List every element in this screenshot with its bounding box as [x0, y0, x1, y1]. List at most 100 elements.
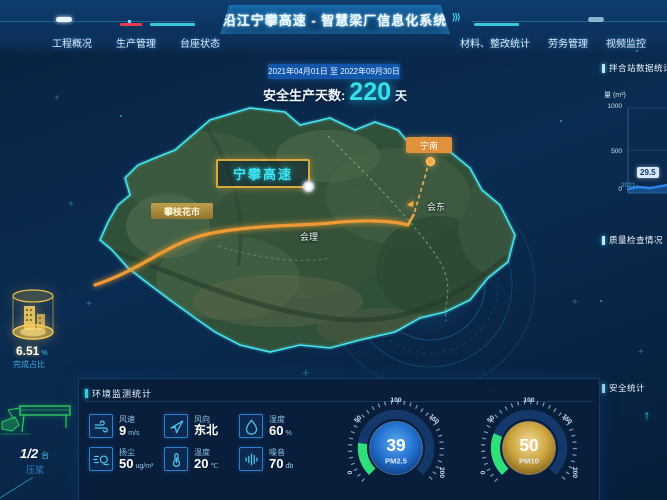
- section-bar-icon: [602, 64, 605, 73]
- gauge-tick-150: 150: [427, 413, 440, 426]
- temperature-value-row: 20 ℃: [194, 457, 218, 470]
- sparkle-plus: +: [638, 348, 644, 358]
- pm25-label: PM2.5: [385, 456, 408, 465]
- pm25-gauge: 100 50 150 0 200 39 PM2.5: [343, 393, 449, 499]
- nav-item-pedestal-status[interactable]: 台座状态: [180, 35, 220, 50]
- nav-active-dot: [636, 50, 638, 52]
- region-map[interactable]: [78, 96, 558, 396]
- dust-icon: [89, 447, 113, 471]
- gauge-tick-150: 150: [560, 413, 573, 426]
- noise-value-row: 70 db: [269, 457, 293, 470]
- map-terrain: [78, 96, 558, 396]
- header-deco-red-segment: [120, 23, 142, 26]
- city-label-huili[interactable]: 会理: [300, 230, 318, 243]
- pm10-label: PM10: [519, 456, 539, 465]
- wind-speed-unit: m/s: [128, 430, 139, 437]
- wind-speed-value: 9: [119, 424, 126, 437]
- nav-item-material-stats[interactable]: 材料、整改统计: [460, 35, 530, 50]
- corner-deco-line: [0, 477, 33, 500]
- noise-value: 70: [269, 457, 283, 470]
- city-label-huidong[interactable]: 会东: [427, 200, 445, 213]
- humidity-unit: %: [285, 430, 291, 437]
- dust-unit: ug/m³: [135, 463, 153, 470]
- machine-count-unit: 台: [41, 450, 49, 461]
- dashboard-root: + + + + + + + + ⟨⟨⟨ ⟩⟩⟩ 沿江宁攀高速 - 智慧梁厂信息化…: [0, 0, 667, 500]
- dust-value-row: 50 ug/m³: [119, 457, 153, 470]
- app-title: 沿江宁攀高速 - 智慧梁厂信息化系统: [223, 10, 448, 29]
- nav-left: 工程概况 生产管理 台座状态: [52, 35, 220, 50]
- wind-direction-value: 东北: [194, 424, 218, 436]
- section-bar-icon: [602, 384, 605, 393]
- pm25-value: 39: [386, 435, 405, 455]
- city-label-ningnan[interactable]: 宁南: [406, 137, 452, 153]
- humidity-value-row: 60 %: [269, 424, 292, 437]
- y-tick-500: 500: [600, 148, 622, 155]
- nav-item-video[interactable]: 视频监控: [606, 35, 646, 50]
- city-marker-ningnan[interactable]: [426, 157, 435, 166]
- humidity-icon: [239, 414, 263, 438]
- chart-x-tick: 2021-: [621, 182, 638, 189]
- section-bar-icon: [602, 236, 605, 245]
- pm10-gauge: 100 50 150 0 200 50 PM10: [476, 393, 582, 499]
- environment-panel: 环境监测统计 风速 9 m/s 风向 东北 湿度 60 %: [78, 378, 600, 500]
- section-bar-icon: [85, 389, 88, 398]
- sparkle-plus: +: [68, 200, 74, 210]
- gauge-tick-0: 0: [347, 470, 354, 474]
- pm10-value: 50: [519, 435, 538, 455]
- y-tick-1000: 1000: [600, 103, 622, 110]
- machine-count-row: 1/2 台: [20, 446, 49, 461]
- environment-title: 环境监测统计: [92, 387, 152, 400]
- highway-label-box[interactable]: 宁攀高速: [216, 159, 310, 188]
- header-deco-capsule: [56, 17, 72, 22]
- header-deco-line: [472, 21, 667, 22]
- temperature-unit: ℃: [210, 462, 218, 470]
- header-deco-cyan-segment: [150, 23, 195, 26]
- scroll-up-arrow[interactable]: ↑: [644, 408, 650, 422]
- sparkle-plus: +: [54, 94, 60, 104]
- gauge-tick-0: 0: [480, 470, 487, 474]
- temperature-value: 20: [194, 457, 208, 470]
- date-range-badge: 2021年04月01日 至 2022年09月30日: [268, 64, 400, 79]
- nav-item-labor[interactable]: 劳务管理: [548, 35, 588, 50]
- gauge-tick-100: 100: [390, 397, 401, 404]
- dust-value: 50: [119, 457, 133, 470]
- humidity-value: 60: [269, 424, 283, 437]
- city-name-ningnan: 宁南: [420, 139, 438, 152]
- wind-direction-icon: [164, 414, 188, 438]
- header-deco-capsule: [588, 17, 604, 22]
- completion-unit: %: [41, 350, 47, 357]
- sparkle-dot: [560, 120, 562, 122]
- noise-icon: [239, 447, 263, 471]
- gauge-tick-200: 200: [571, 467, 578, 478]
- completion-label: 完成占比: [13, 359, 45, 370]
- chevrons-right-icon: ⟩⟩⟩: [452, 12, 460, 23]
- sparkle-plus: +: [572, 298, 578, 308]
- wind-direction-value-row: 东北: [194, 424, 218, 436]
- section-quality: 质量检查情况: [602, 234, 663, 246]
- nav-item-production[interactable]: 生产管理: [116, 35, 156, 50]
- y-tick-0: 0: [600, 186, 622, 193]
- completion-value-row: 6.51 %: [16, 344, 48, 358]
- nav-item-project-overview[interactable]: 工程概况: [52, 35, 92, 50]
- header-deco-line: [0, 21, 195, 22]
- chart-y-axis-label: 量 (m³): [604, 90, 626, 100]
- completion-cylinder-icon: [8, 286, 58, 346]
- machine-label: 压浆: [26, 463, 44, 476]
- app-title-banner: 沿江宁攀高速 - 智慧梁厂信息化系统: [220, 5, 450, 34]
- header-deco-cyan-segment: [474, 23, 519, 26]
- safety-title: 安全统计: [609, 382, 645, 394]
- sparkle-dot: [600, 300, 602, 302]
- gauge-tick-200: 200: [438, 467, 445, 478]
- section-mixing-station: 拌合站数据统计: [602, 62, 667, 74]
- city-label-panzhihua[interactable]: 攀枝花市: [151, 203, 213, 219]
- mixing-station-title: 拌合站数据统计: [609, 62, 667, 74]
- highway-marker[interactable]: [303, 181, 314, 192]
- noise-unit: db: [285, 463, 293, 470]
- completion-value: 6.51: [16, 344, 39, 358]
- nav-right: 材料、整改统计 劳务管理 视频监控: [460, 35, 646, 50]
- gauge-tick-100: 100: [523, 397, 534, 404]
- section-safety: 安全统计: [602, 382, 645, 394]
- chart-tooltip: 29.5: [637, 167, 659, 178]
- city-name-panzhihua: 攀枝花市: [164, 205, 200, 218]
- wind-speed-value-row: 9 m/s: [119, 424, 140, 437]
